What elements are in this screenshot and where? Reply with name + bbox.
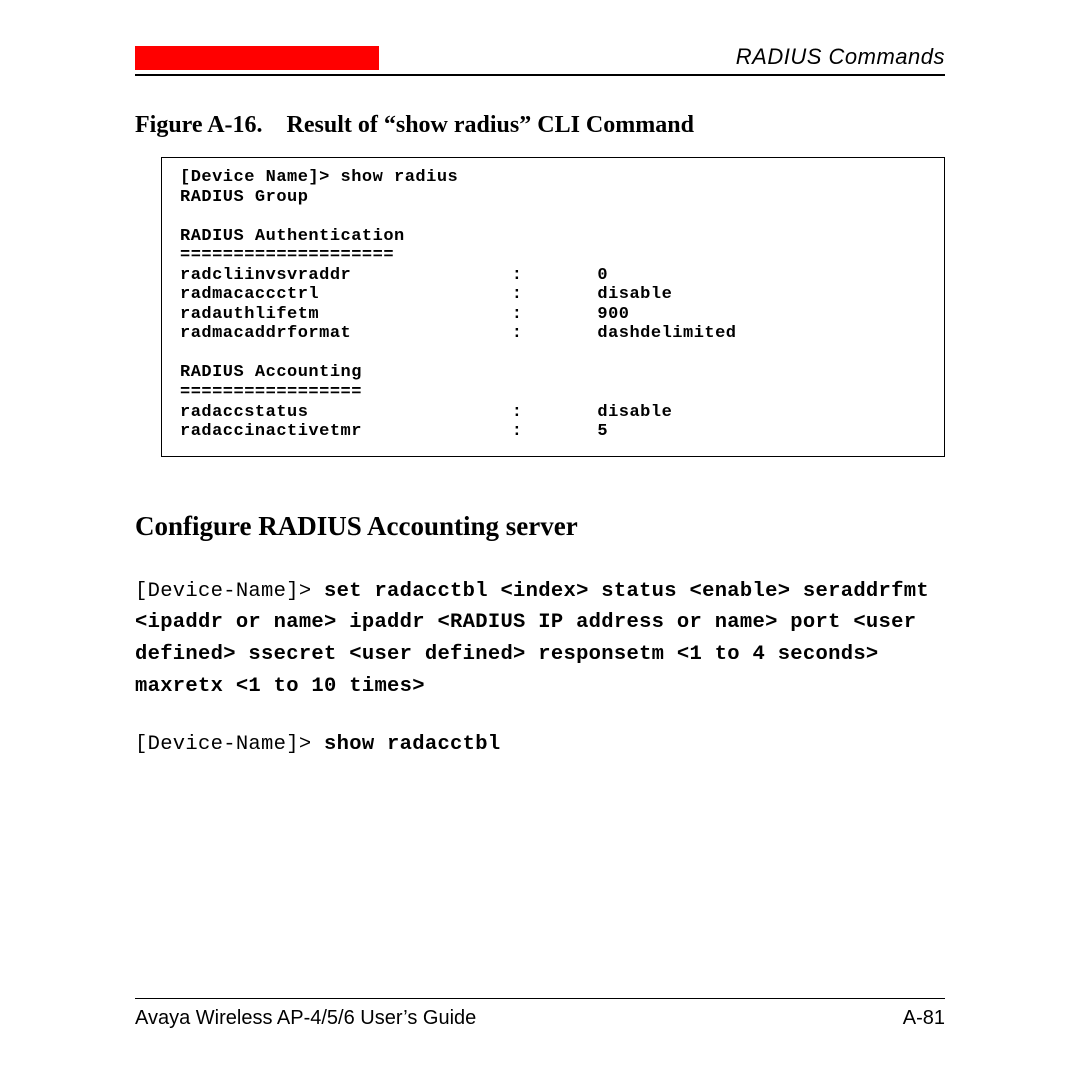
cli-val: disable: [597, 403, 672, 422]
cli-val: 900: [597, 305, 629, 324]
cli-val: dashdelimited: [597, 324, 736, 343]
page: RADIUS Commands Figure A-16. Result of “…: [0, 0, 1080, 1080]
section-heading: Configure RADIUS Accounting server: [135, 511, 945, 542]
header-red-block: [135, 46, 379, 70]
cli-group-label: RADIUS Group: [180, 188, 308, 207]
cli-key: radaccstatus: [180, 403, 308, 422]
cli-val: 5: [597, 422, 608, 441]
cli-val: disable: [597, 285, 672, 304]
footer-left: Avaya Wireless AP-4/5/6 User’s Guide: [135, 1007, 476, 1030]
page-header: RADIUS Commands: [135, 44, 945, 76]
cli-prompt-line: [Device Name]> show radius: [180, 168, 458, 187]
cli-key: radaccinactivetmr: [180, 422, 362, 441]
cli-row: radmacaccctrl : disable: [180, 285, 672, 304]
cli-key: radmacaccctrl: [180, 285, 319, 304]
command-block-2: [Device-Name]> show radacctbl: [135, 729, 945, 761]
footer-right: A-81: [903, 1007, 945, 1030]
cli-row: radauthlifetm : 900: [180, 305, 629, 324]
cli-row: radaccinactivetmr : 5: [180, 422, 608, 441]
cli-acct-rule: =================: [180, 383, 362, 402]
command-block-1: [Device-Name]> set radacctbl <index> sta…: [135, 576, 945, 703]
header-section-title: RADIUS Commands: [379, 44, 945, 70]
cli-output-box: [Device Name]> show radius RADIUS Group …: [161, 157, 945, 457]
cli-key: radmacaddrformat: [180, 324, 351, 343]
page-footer: Avaya Wireless AP-4/5/6 User’s Guide A-8…: [135, 998, 945, 1030]
cli-command: show radacctbl: [324, 733, 500, 756]
cli-prompt: [Device-Name]>: [135, 580, 324, 603]
cli-auth-rule: ====================: [180, 246, 394, 265]
cli-prompt: [Device-Name]>: [135, 733, 324, 756]
cli-key: radauthlifetm: [180, 305, 319, 324]
cli-auth-header: RADIUS Authentication: [180, 227, 405, 246]
cli-acct-header: RADIUS Accounting: [180, 363, 362, 382]
cli-val: 0: [597, 266, 608, 285]
cli-row: radmacaddrformat : dashdelimited: [180, 324, 737, 343]
cli-row: radaccstatus : disable: [180, 403, 672, 422]
figure-caption: Figure A-16. Result of “show radius” CLI…: [135, 112, 945, 139]
cli-key: radcliinvsvraddr: [180, 266, 351, 285]
cli-row: radcliinvsvraddr : 0: [180, 266, 608, 285]
